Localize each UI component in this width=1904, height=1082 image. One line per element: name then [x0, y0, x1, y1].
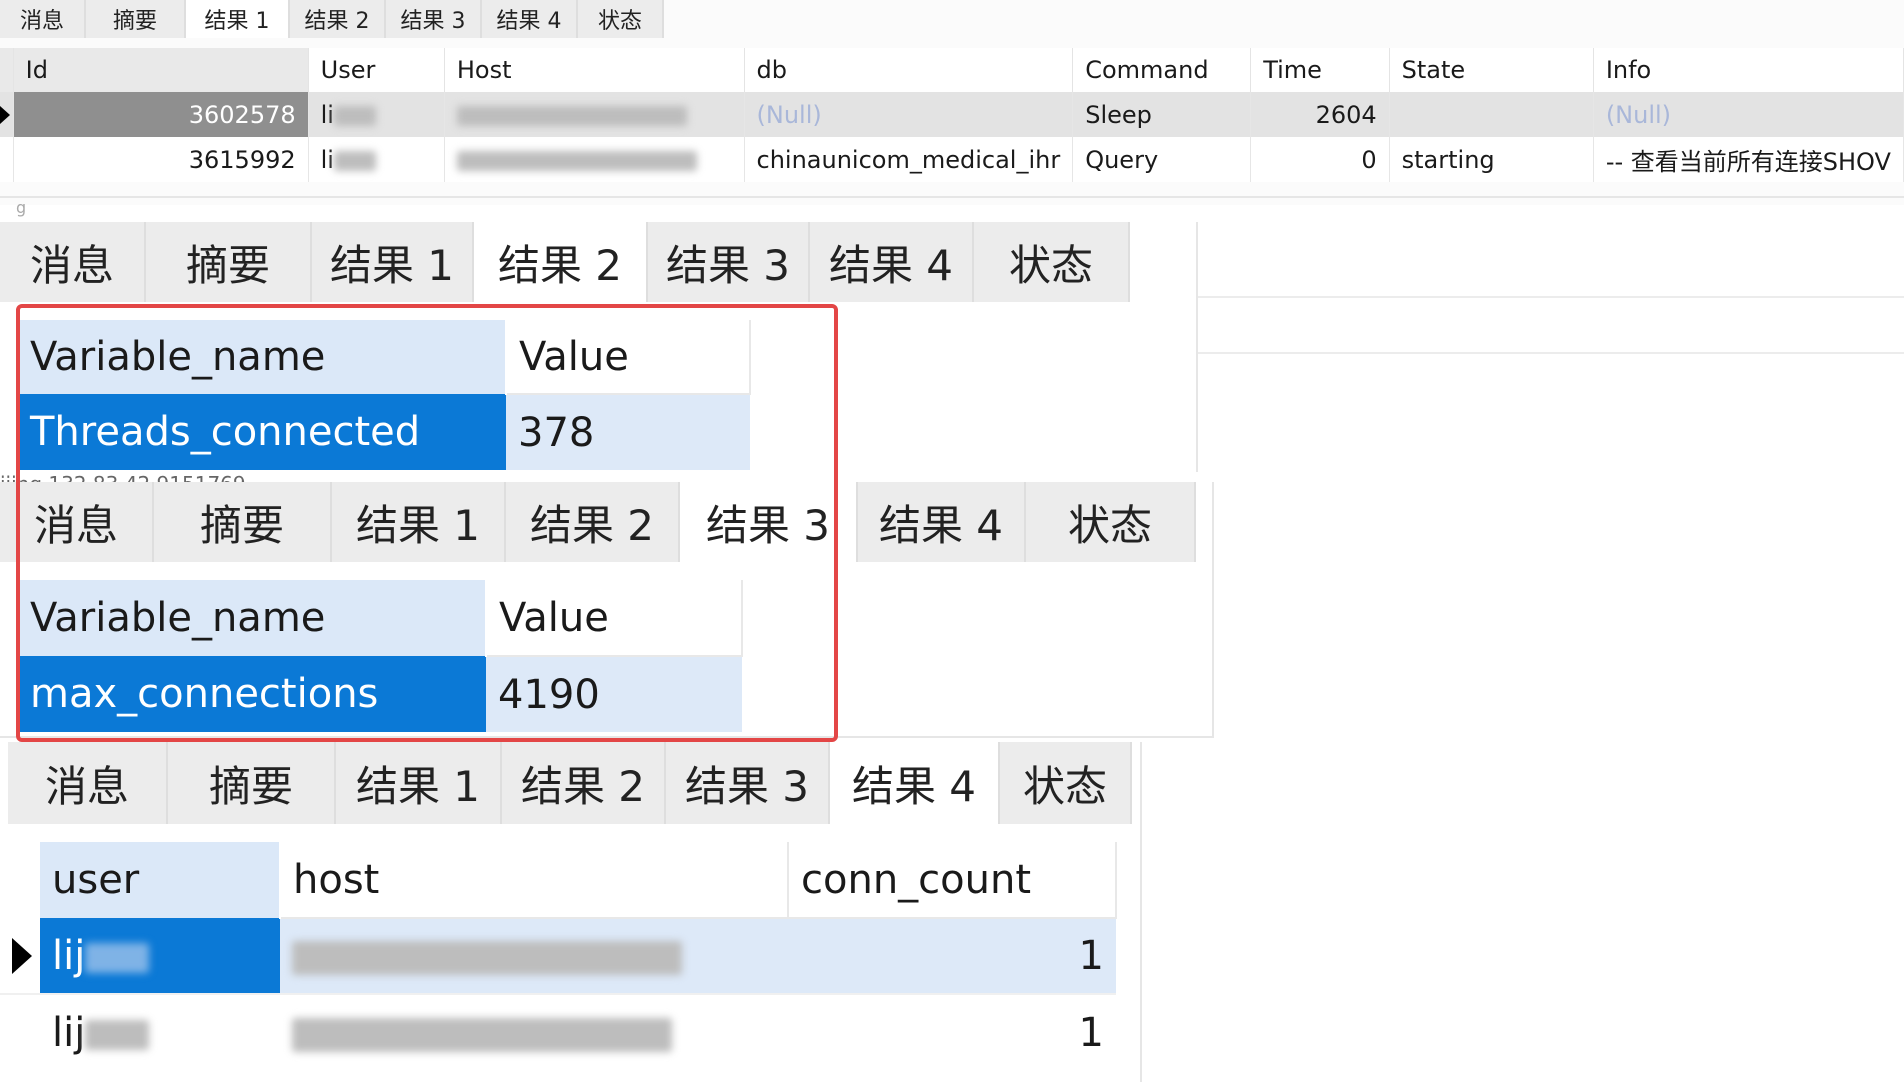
user-text: lij — [52, 1009, 86, 1056]
cell-host[interactable] — [444, 92, 745, 137]
tab-result-4[interactable]: 结果 4 — [830, 742, 1000, 824]
cell-user[interactable]: lij — [40, 993, 280, 1070]
tab-result-3[interactable]: 结果 3 — [666, 742, 830, 824]
cell-info[interactable]: (Null) — [1593, 92, 1904, 137]
table-row[interactable]: 3615992 li chinaunicom_medical_ihr Query… — [0, 137, 1904, 182]
user-text: li — [320, 145, 334, 174]
column-header-db[interactable]: db — [744, 48, 1074, 92]
tab-status[interactable]: 状态 — [974, 222, 1130, 302]
redacted-user — [333, 150, 376, 171]
result-tab-strip: 消息 摘要 结果 1 结果 2 结果 3 结果 4 状态 — [0, 222, 1130, 302]
table-row[interactable]: lij 1 — [0, 993, 1116, 1070]
cell-user[interactable]: li — [308, 92, 445, 137]
result1-panel: 消息 摘要 结果 1 结果 2 结果 3 结果 4 状态 Id User Hos… — [0, 0, 1904, 217]
redacted-host — [456, 105, 687, 126]
grid-header-row: user host conn_count — [0, 842, 1117, 919]
table-row[interactable]: lij 1 — [0, 918, 1116, 994]
tab-status[interactable]: 状态 — [578, 0, 664, 38]
redacted-user — [333, 105, 376, 126]
cell-id[interactable]: 3615992 — [13, 137, 309, 182]
redacted-host — [456, 150, 697, 171]
column-header-host[interactable]: host — [280, 842, 789, 919]
tab-summary[interactable]: 摘要 — [168, 742, 336, 824]
cell-db[interactable]: chinaunicom_medical_ihr — [744, 137, 1074, 182]
tab-result-3[interactable]: 结果 3 — [648, 222, 810, 302]
column-header-id[interactable]: Id — [13, 48, 309, 92]
tab-result-3[interactable]: 结果 3 — [386, 0, 482, 38]
tab-status[interactable]: 状态 — [1000, 742, 1132, 824]
row-indicator-header — [0, 48, 14, 92]
cell-info[interactable]: -- 查看当前所有连接SHOV — [1593, 137, 1904, 182]
column-header-state[interactable]: State — [1389, 48, 1594, 92]
column-header-info[interactable]: Info — [1593, 48, 1904, 92]
cell-id[interactable]: 3602578 — [13, 92, 309, 137]
processlist-grid: Id User Host db Command Time State Info … — [0, 48, 1904, 182]
redacted-user — [85, 1019, 150, 1050]
tab-result-2[interactable]: 结果 2 — [474, 222, 648, 302]
cell-conn-count[interactable]: 1 — [788, 993, 1116, 1070]
tab-result-2[interactable]: 结果 2 — [502, 742, 666, 824]
result-tab-strip: 消息 摘要 结果 1 结果 2 结果 3 结果 4 状态 — [0, 0, 664, 38]
row-pointer-icon — [12, 937, 32, 974]
tab-result-2[interactable]: 结果 2 — [290, 0, 386, 38]
panel-divider — [0, 196, 1904, 198]
column-header-conn-count[interactable]: conn_count — [788, 842, 1117, 919]
tab-messages[interactable]: 消息 — [0, 222, 146, 302]
partial-cell-text: g — [16, 198, 27, 217]
redacted-host — [292, 941, 682, 975]
tab-summary[interactable]: 摘要 — [146, 222, 312, 302]
cell-db[interactable]: (Null) — [744, 92, 1074, 137]
redacted-host — [292, 1017, 672, 1052]
column-header-time[interactable]: Time — [1250, 48, 1390, 92]
tab-result-4[interactable]: 结果 4 — [482, 0, 578, 38]
background-divider — [1196, 296, 1904, 298]
tab-status[interactable]: 状态 — [1026, 482, 1196, 562]
result-tab-strip: 消息 摘要 结果 1 结果 2 结果 3 结果 4 状态 — [8, 742, 1132, 824]
column-header-host[interactable]: Host — [444, 48, 745, 92]
background-divider — [1196, 352, 1904, 354]
tab-summary[interactable]: 摘要 — [86, 0, 186, 38]
current-row-indicator — [0, 92, 14, 137]
cell-host[interactable] — [444, 137, 745, 182]
row-pointer-icon — [0, 105, 10, 124]
highlight-box — [16, 304, 838, 742]
user-text: li — [320, 100, 334, 129]
cell-command[interactable]: Sleep — [1072, 92, 1252, 137]
cell-state[interactable]: starting — [1389, 137, 1594, 182]
redacted-user — [85, 942, 150, 973]
row-indicator-header — [0, 842, 40, 918]
tab-result-1[interactable]: 结果 1 — [186, 0, 290, 38]
column-header-user[interactable]: User — [308, 48, 445, 92]
row-indicator — [0, 137, 14, 182]
column-header-command[interactable]: Command — [1072, 48, 1252, 92]
cell-command[interactable]: Query — [1072, 137, 1252, 182]
table-row[interactable]: 3602578 li (Null) Sleep 2604 (Null) — [0, 92, 1904, 137]
cell-conn-count[interactable]: 1 — [788, 918, 1116, 994]
tab-result-4[interactable]: 结果 4 — [810, 222, 974, 302]
cell-time[interactable]: 2604 — [1250, 92, 1390, 137]
cell-host[interactable] — [280, 993, 788, 1070]
cell-state[interactable] — [1389, 92, 1594, 137]
cell-user[interactable]: li — [308, 137, 445, 182]
grid-header-row: Id User Host db Command Time State Info — [0, 48, 1904, 92]
connections-grid: user host conn_count lij 1 lij 1 — [0, 842, 1117, 1070]
cell-user[interactable]: lij — [40, 918, 280, 994]
tab-messages[interactable]: 消息 — [8, 742, 168, 824]
current-row-indicator — [0, 918, 40, 994]
result4-panel: 消息 摘要 结果 1 结果 2 结果 3 结果 4 状态 user host c… — [0, 742, 1142, 1082]
tab-result-1[interactable]: 结果 1 — [312, 222, 474, 302]
cell-host[interactable] — [280, 918, 788, 994]
row-indicator — [0, 993, 40, 1070]
cell-time[interactable]: 0 — [1250, 137, 1390, 182]
tab-result-1[interactable]: 结果 1 — [336, 742, 502, 824]
tab-messages[interactable]: 消息 — [0, 0, 86, 38]
user-text: lij — [52, 932, 86, 979]
column-header-user[interactable]: user — [40, 842, 281, 918]
tab-result-4[interactable]: 结果 4 — [858, 482, 1026, 562]
